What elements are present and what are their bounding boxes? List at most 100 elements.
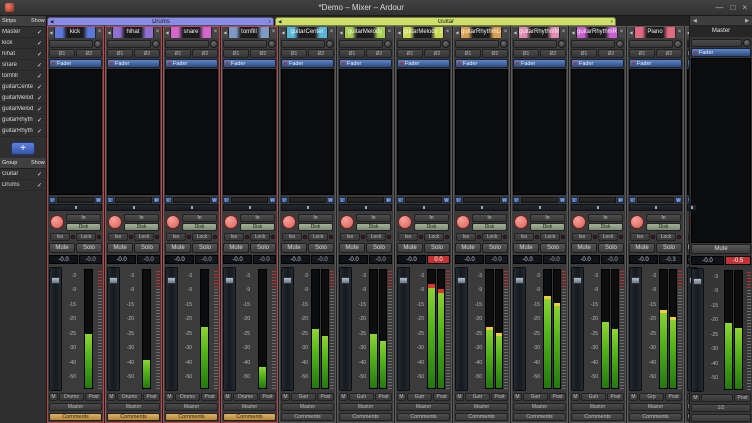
strip-scroll-icon[interactable]: ◀ [164, 27, 171, 38]
pan-width-bar[interactable] [289, 197, 326, 203]
pan-width-bar[interactable] [173, 197, 210, 203]
polarity-2-button[interactable]: Ø2 [540, 49, 566, 58]
strip-show-check[interactable]: ✓ [33, 84, 46, 91]
group-button[interactable]: Gutr [465, 393, 490, 401]
monitor-input-button[interactable]: In [646, 214, 681, 222]
pan-width-bar[interactable] [115, 197, 152, 203]
input-button[interactable] [339, 40, 383, 48]
polarity-1-button[interactable]: Ø1 [513, 49, 539, 58]
pan-width-bar[interactable] [463, 197, 500, 203]
solo-isolate-button[interactable]: Iso [514, 233, 534, 241]
processor-box[interactable] [397, 69, 450, 195]
group-button[interactable]: Drums [117, 393, 142, 401]
master-processor-box[interactable] [691, 58, 751, 243]
strip-close-icon[interactable]: × [153, 27, 161, 38]
processor-box[interactable] [107, 69, 160, 195]
gain-display[interactable]: -0.0 [165, 255, 194, 264]
strip-close-icon[interactable]: × [385, 27, 393, 38]
strip-name-button[interactable]: tomfill [229, 27, 269, 38]
peak-display[interactable]: -0.0 [369, 255, 392, 264]
polarity-2-button[interactable]: Ø2 [134, 49, 160, 58]
monitor-disk-button[interactable]: Disk [124, 223, 159, 231]
peak-display[interactable]: -0.0 [601, 255, 624, 264]
gain-fader[interactable] [397, 267, 410, 391]
gain-display[interactable]: -0.0 [339, 255, 368, 264]
fader-processor-button[interactable]: Fader [107, 59, 160, 68]
close-icon[interactable]: × [742, 1, 747, 15]
strip-scroll-icon[interactable]: ◀ [570, 27, 577, 38]
pan-slider[interactable] [397, 204, 450, 211]
input-button[interactable] [281, 40, 325, 48]
processor-led[interactable] [284, 62, 287, 65]
metering-button[interactable]: M [629, 393, 638, 401]
group-button[interactable]: Gutr [349, 393, 374, 401]
strip-scroll-icon[interactable]: ◀ [628, 27, 635, 38]
strip-scroll-icon[interactable]: ◀ [454, 27, 461, 38]
solo-lock-button[interactable]: Lock [656, 233, 676, 241]
strip-list-item[interactable]: guitarMelody 2✓ [0, 104, 46, 115]
gain-fader[interactable] [455, 267, 468, 391]
add-track-button[interactable]: + [11, 142, 35, 155]
fader-processor-button[interactable]: Fader [455, 59, 508, 68]
mute-button[interactable]: Mute [281, 243, 307, 253]
processor-box[interactable] [223, 69, 276, 195]
comments-button[interactable]: Comments [571, 413, 624, 421]
solo-isolate-button[interactable]: Iso [166, 233, 186, 241]
gain-fader-handle[interactable] [225, 277, 234, 284]
solo-lock-button[interactable]: Lock [482, 233, 502, 241]
polarity-1-button[interactable]: Ø1 [107, 49, 133, 58]
group-button[interactable]: Gutr [581, 393, 606, 401]
polarity-1-button[interactable]: Ø1 [165, 49, 191, 58]
trim-knob[interactable] [268, 40, 276, 48]
mute-button[interactable]: Mute [455, 243, 481, 253]
strip-close-icon[interactable]: × [617, 27, 625, 38]
master-peak-display[interactable]: -0.5 [725, 256, 751, 265]
processor-box[interactable] [49, 69, 102, 195]
monitor-input-button[interactable]: In [182, 214, 217, 222]
strip-list-item[interactable]: guitarCenter✓ [0, 82, 46, 93]
polarity-1-button[interactable]: Ø1 [455, 49, 481, 58]
strip-name-button[interactable]: guitarMelody 2 [403, 27, 443, 38]
solo-lock-button[interactable]: Lock [540, 233, 560, 241]
pan-width-bar[interactable] [521, 197, 558, 203]
master-gain-fader-handle[interactable] [693, 278, 702, 285]
trim-knob[interactable] [500, 40, 508, 48]
record-arm-button[interactable] [166, 215, 180, 229]
monitor-disk-button[interactable]: Disk [298, 223, 333, 231]
gain-fader[interactable] [223, 267, 236, 391]
record-arm-button[interactable] [514, 215, 528, 229]
input-button[interactable] [165, 40, 209, 48]
pan-width-bar[interactable] [231, 197, 268, 203]
mute-button[interactable]: Mute [629, 243, 655, 253]
strip-scroll-icon[interactable]: ◀ [338, 27, 345, 38]
solo-button[interactable]: Solo [540, 243, 566, 253]
strip-close-icon[interactable]: × [501, 27, 509, 38]
mute-button[interactable]: Mute [49, 243, 75, 253]
gain-fader[interactable] [629, 267, 642, 391]
polarity-2-button[interactable]: Ø2 [598, 49, 624, 58]
group-tab-drums[interactable]: ◀Drums× [47, 17, 274, 26]
output-button[interactable]: Master [455, 403, 508, 411]
group-scroll-icon[interactable]: ◀ [276, 19, 283, 25]
record-arm-button[interactable] [50, 215, 64, 229]
peak-display[interactable]: -0.0 [311, 255, 334, 264]
pan-width-bar[interactable] [579, 197, 616, 203]
meter-point-button[interactable]: Post [433, 393, 450, 401]
pan-slider[interactable] [455, 204, 508, 211]
fader-processor-button[interactable]: Fader [165, 59, 218, 68]
output-button[interactable]: Master [629, 403, 682, 411]
pan-slider[interactable] [281, 204, 334, 211]
strip-show-check[interactable]: ✓ [33, 29, 46, 36]
strip-close-icon[interactable]: × [211, 27, 219, 38]
metering-button[interactable]: M [165, 393, 174, 401]
meter-point-button[interactable]: Post [607, 393, 624, 401]
polarity-2-button[interactable]: Ø2 [192, 49, 218, 58]
titlebar[interactable]: *Demo – Mixer – Ardour — □ × [0, 0, 752, 16]
fader-processor-button[interactable]: Fader [339, 59, 392, 68]
fader-processor-button[interactable]: Fader [223, 59, 276, 68]
comments-button[interactable]: Comments [223, 413, 276, 421]
fader-processor-button[interactable]: Fader [629, 59, 682, 68]
solo-isolate-button[interactable]: Iso [282, 233, 302, 241]
group-button[interactable]: Gutr [407, 393, 432, 401]
solo-isolate-button[interactable]: Iso [340, 233, 360, 241]
